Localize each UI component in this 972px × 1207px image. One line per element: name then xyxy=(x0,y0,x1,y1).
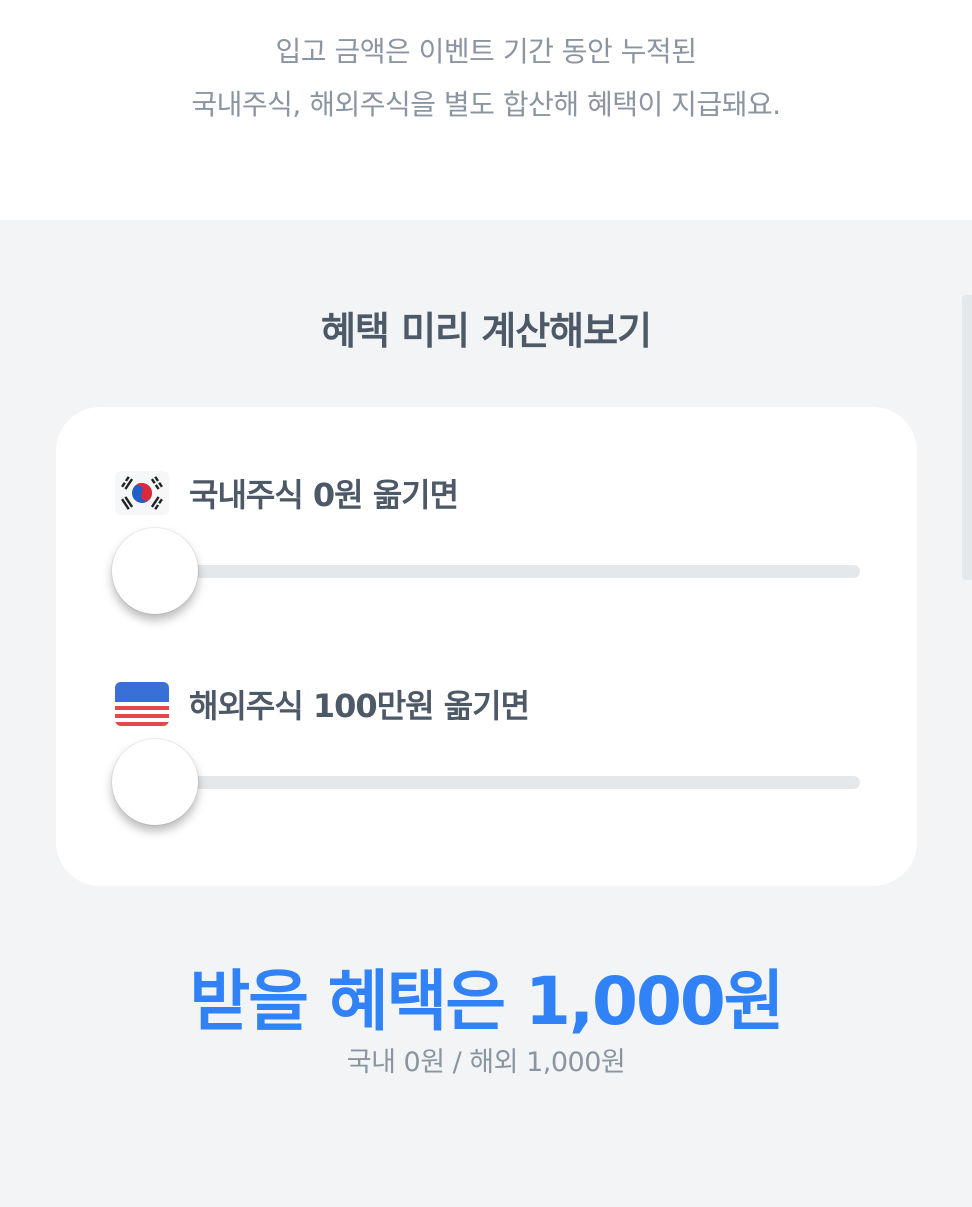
korea-flag-icon xyxy=(115,471,169,515)
benefit-result-headline: 받을 혜택은 1,000원 xyxy=(189,963,784,1040)
domestic-slider-thumb[interactable] xyxy=(112,528,198,614)
overseas-amount-label: 해외주식 100만원 옮기면 xyxy=(189,687,530,725)
benefit-breakdown: 국내 0원 / 해외 1,000원 xyxy=(346,1047,626,1078)
domestic-amount-label: 국내주식 0원 옮기면 xyxy=(189,476,459,514)
domestic-row: 국내주식 0원 옮기면 xyxy=(115,470,459,516)
usa-flag-icon xyxy=(115,682,169,726)
domestic-slider-track[interactable] xyxy=(156,565,860,578)
notice-line-2: 국내주식, 해외주식을 별도 합산해 혜택이 지급돼요. xyxy=(191,88,781,121)
notice-line-1: 입고 금액은 이벤트 기간 동안 누적된 xyxy=(275,35,697,68)
overseas-row: 해외주식 100만원 옮기면 xyxy=(115,681,530,727)
overseas-slider-thumb[interactable] xyxy=(112,739,198,825)
calculator-title: 혜택 미리 계산해보기 xyxy=(320,309,652,353)
event-notice-section: 입고 금액은 이벤트 기간 동안 누적된 국내주식, 해외주식을 별도 합산해 … xyxy=(0,0,972,220)
overseas-slider-track[interactable] xyxy=(156,776,860,789)
